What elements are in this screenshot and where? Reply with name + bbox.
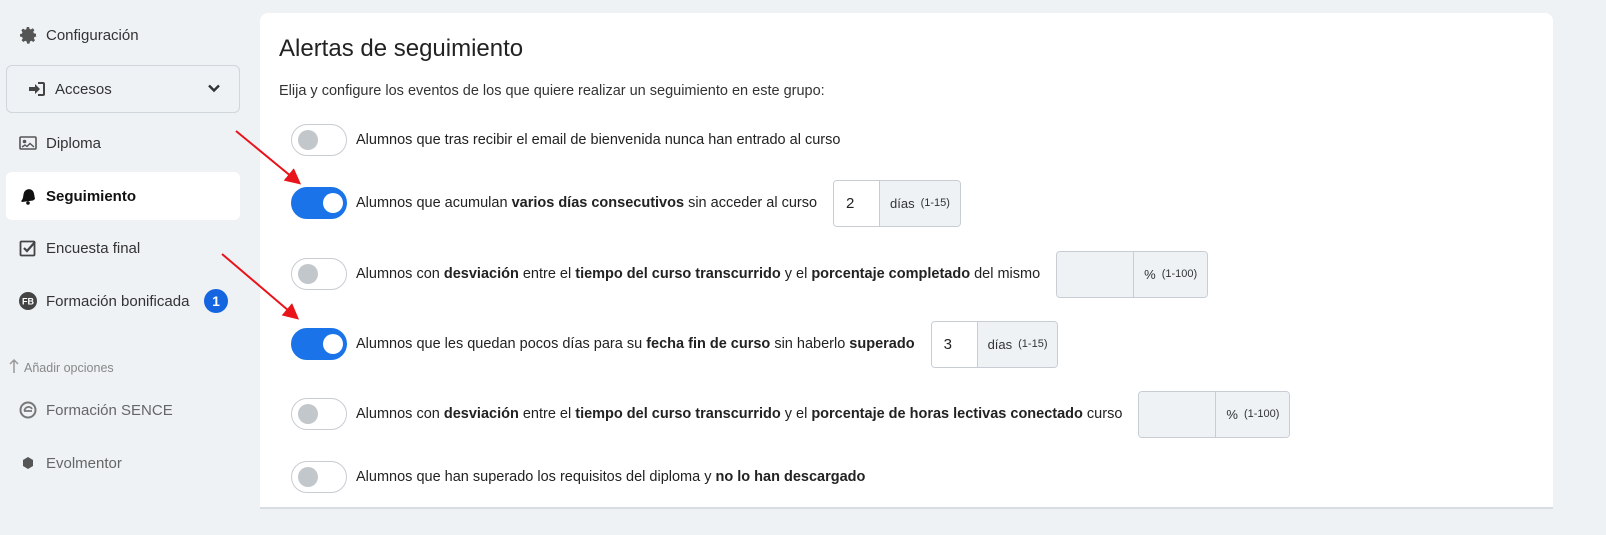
sence-icon (18, 400, 38, 420)
sign-in-icon (27, 79, 47, 99)
chevron-down-icon[interactable] (207, 81, 221, 99)
gear-icon (18, 25, 38, 45)
sidebar-item-label: Diploma (46, 134, 102, 152)
sidebar-item-label: Encuesta final (46, 239, 141, 257)
alert-row-deviation-hours: Alumnos con desviación entre el tiempo d… (291, 390, 1291, 438)
sidebar-item-label: Accesos (55, 80, 112, 98)
alert-row-no-login: Alumnos que tras recibir el email de bie… (291, 116, 840, 164)
sidebar-item-evolmentor[interactable]: Evolmentor (6, 439, 240, 487)
evolmentor-icon (18, 453, 38, 473)
percent-input[interactable]: % (1-100) (1138, 390, 1291, 438)
sidebar-item-formacion-bonificada[interactable]: FB Formación bonificada 1 (6, 277, 240, 325)
toggle-knob (298, 404, 318, 424)
notification-badge: 1 (204, 289, 228, 313)
percent-unit: % (1-100) (1216, 391, 1290, 437)
days-value[interactable]: 2 (834, 180, 881, 226)
sidebar-item-label: Formación SENCE (46, 401, 173, 419)
alert-toggle[interactable] (291, 461, 347, 493)
alert-text: Alumnos que han superado los requisitos … (356, 469, 866, 485)
percent-input[interactable]: % (1-100) (1056, 250, 1209, 298)
percent-value[interactable] (1057, 251, 1135, 297)
toggle-knob (298, 264, 318, 284)
page-subtitle: Elija y configure los eventos de los que… (279, 83, 825, 99)
sidebar-item-accesos[interactable]: Accesos (6, 65, 240, 113)
checkbox-icon (18, 238, 38, 258)
page-title: Alertas de seguimiento (279, 35, 524, 62)
section-label-anadir-opciones: Añadir opciones (8, 358, 114, 377)
days-unit: días (1-15) (880, 180, 960, 226)
alert-toggle[interactable] (291, 124, 347, 156)
alert-text: Alumnos con desviación entre el tiempo d… (356, 406, 1123, 422)
sidebar-item-diploma[interactable]: Diploma (6, 119, 240, 167)
sidebar-item-formacion-sence[interactable]: Formación SENCE (6, 386, 240, 434)
days-input[interactable]: 3 días (1-15) (930, 320, 1059, 368)
alert-row-diploma-not-downloaded: Alumnos que han superado los requisitos … (291, 453, 865, 501)
alert-text: Alumnos que tras recibir el email de bie… (356, 132, 841, 148)
days-value[interactable]: 3 (931, 321, 978, 367)
days-unit: días (1-15) (977, 321, 1058, 367)
toggle-knob (298, 467, 318, 487)
alert-toggle[interactable] (291, 187, 347, 219)
fb-icon: FB (18, 291, 38, 311)
alert-row-deviation-progress: Alumnos con desviación entre el tiempo d… (291, 250, 1209, 298)
days-input[interactable]: 2 días (1-15) (833, 179, 961, 227)
main-panel: Alertas de seguimiento Elija y configure… (260, 13, 1553, 509)
toggle-knob (298, 130, 318, 150)
svg-text:FB: FB (22, 297, 34, 307)
alert-toggle[interactable] (291, 328, 347, 360)
alert-text: Alumnos que acumulan varios días consecu… (356, 195, 818, 211)
alert-toggle[interactable] (291, 258, 347, 290)
bell-icon (18, 186, 38, 206)
sidebar-item-label: Configuración (46, 26, 139, 44)
arrow-up-icon (8, 358, 20, 377)
percent-value[interactable] (1139, 391, 1217, 437)
alert-text: Alumnos que les quedan pocos días para s… (356, 336, 915, 352)
sidebar-item-label: Seguimiento (46, 187, 137, 205)
sidebar: Configuración Accesos Diploma Seguimient… (0, 0, 250, 535)
alert-row-consecutive-days: Alumnos que acumulan varios días consecu… (291, 179, 961, 227)
sidebar-item-seguimiento[interactable]: Seguimiento (6, 172, 240, 220)
sidebar-item-configuracion[interactable]: Configuración (6, 11, 240, 59)
toggle-knob (323, 193, 343, 213)
alert-toggle[interactable] (291, 398, 347, 430)
diploma-icon (18, 133, 38, 153)
alert-text: Alumnos con desviación entre el tiempo d… (356, 266, 1041, 282)
sidebar-item-label: Formación bonificada (46, 292, 190, 310)
sidebar-item-label: Evolmentor (46, 454, 122, 472)
toggle-knob (323, 334, 343, 354)
sidebar-item-encuesta-final[interactable]: Encuesta final (6, 224, 240, 272)
percent-unit: % (1-100) (1134, 251, 1208, 297)
alert-row-end-date: Alumnos que les quedan pocos días para s… (291, 320, 1059, 368)
